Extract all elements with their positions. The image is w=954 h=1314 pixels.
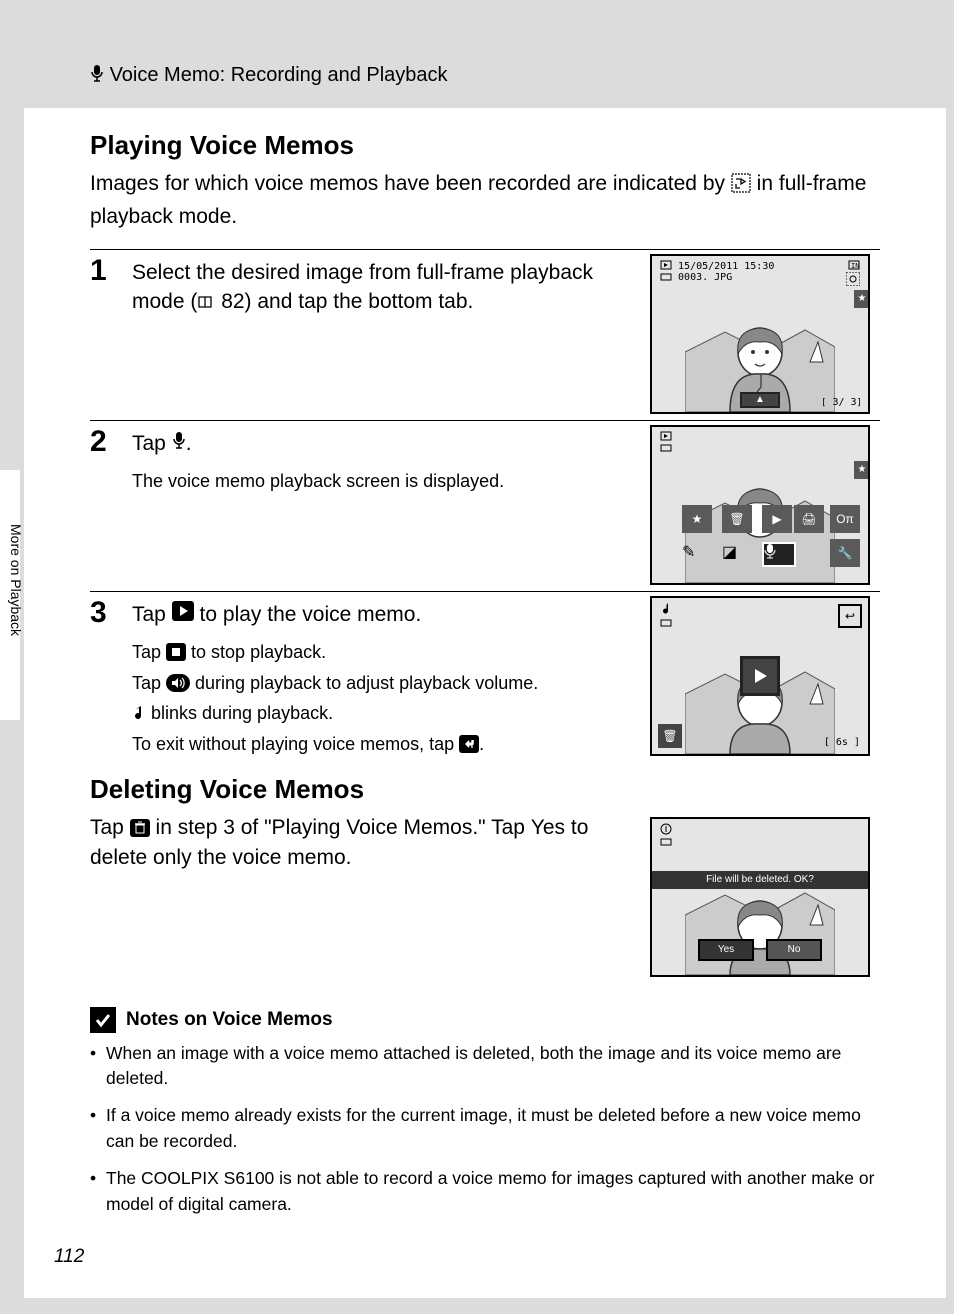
page-header: Voice Memo: Recording and Playback <box>24 8 946 108</box>
retouch-icon: ◪ <box>722 542 756 567</box>
deleting-text: Tap in step 3 of "Playing Voice Memos." … <box>90 813 630 977</box>
trash-icon: 🗑 <box>658 724 682 748</box>
page: Voice Memo: Recording and Playback Playi… <box>24 8 946 1298</box>
stop-button-icon <box>166 643 186 661</box>
volume-icon <box>166 674 190 692</box>
playing-intro: Images for which voice memos have been r… <box>90 169 880 233</box>
notes-section: Notes on Voice Memos When an image with … <box>90 1007 880 1217</box>
setup-icon: 🔧 <box>830 539 860 567</box>
play-button-icon <box>172 601 194 621</box>
note-item: The COOLPIX S6100 is not able to record … <box>90 1166 880 1217</box>
svg-text:IN: IN <box>851 262 859 270</box>
back-icon: ↩ <box>838 604 862 628</box>
trash-icon: 🗑 <box>722 505 752 533</box>
print-icon: 🖨 <box>794 505 824 533</box>
step-1: 1 Select the desired image from full-fra… <box>90 249 880 414</box>
page-ref-icon <box>197 295 215 309</box>
microphone-icon <box>762 542 796 567</box>
star-tab-icon: ★ <box>854 461 870 479</box>
deleting-section: Deleting Voice Memos Tap in step 3 of "P… <box>90 774 880 977</box>
step-number: 3 <box>90 592 132 760</box>
step-3: 3 Tap to play the voice memo. Tap to sto… <box>90 591 880 760</box>
no-button: No <box>766 939 822 961</box>
step-2-title: Tap . <box>132 429 640 458</box>
rating-icon: ★ <box>682 505 712 533</box>
step-2-sub: The voice memo playback screen is displa… <box>132 466 640 497</box>
star-tab-icon: ★ <box>854 290 870 308</box>
header-title: Voice Memo: Recording and Playback <box>110 64 448 86</box>
paint-icon: ✎ <box>682 542 716 567</box>
step-3-screenshot: ↩ 🗑 [ 6s ] <box>650 596 870 756</box>
step-1-title: Select the desired image from full-frame… <box>132 258 640 317</box>
note-item: When an image with a voice memo attached… <box>90 1041 880 1092</box>
page-number: 112 <box>54 1246 84 1268</box>
bottom-tab-icon: ▲ <box>740 392 780 408</box>
step-3-title: Tap to play the voice memo. <box>132 600 640 629</box>
protect-icon: Oπ <box>830 505 860 533</box>
play-button-icon <box>740 656 780 696</box>
playing-heading: Playing Voice Memos <box>90 130 880 161</box>
step-number: 2 <box>90 421 132 585</box>
slideshow-icon: ▶ <box>762 505 792 533</box>
notes-title: Notes on Voice Memos <box>126 1009 333 1031</box>
yes-button: Yes <box>698 939 754 961</box>
step-1-screenshot: 15/05/2011 15:30 IN 0003. JPG ★ <box>650 254 870 414</box>
music-note-icon <box>132 704 146 722</box>
trash-button-icon <box>130 819 150 837</box>
delete-confirm-message: File will be deleted. OK? <box>652 871 868 889</box>
voice-memo-badge-icon <box>846 272 860 286</box>
deleting-heading: Deleting Voice Memos <box>90 774 880 805</box>
check-note-icon <box>90 1007 116 1033</box>
microphone-icon <box>172 432 186 450</box>
step-3-sub: Tap to stop playback. Tap during playbac… <box>132 637 640 759</box>
voice-memo-indicator-icon <box>731 173 751 193</box>
step-2: 2 Tap . The voice memo playback screen i… <box>90 420 880 585</box>
microphone-icon <box>90 65 104 83</box>
step-2-screenshot: ★ ★ 🗑 ▶ Oπ ✎ ◪ <box>650 425 870 585</box>
music-note-icon <box>660 602 672 616</box>
step-number: 1 <box>90 250 132 414</box>
deleting-screenshot: File will be deleted. OK? Yes No <box>650 817 870 977</box>
note-item: If a voice memo already exists for the c… <box>90 1103 880 1154</box>
back-button-icon <box>459 735 479 753</box>
section-sidebar: More on Playback <box>8 524 24 704</box>
